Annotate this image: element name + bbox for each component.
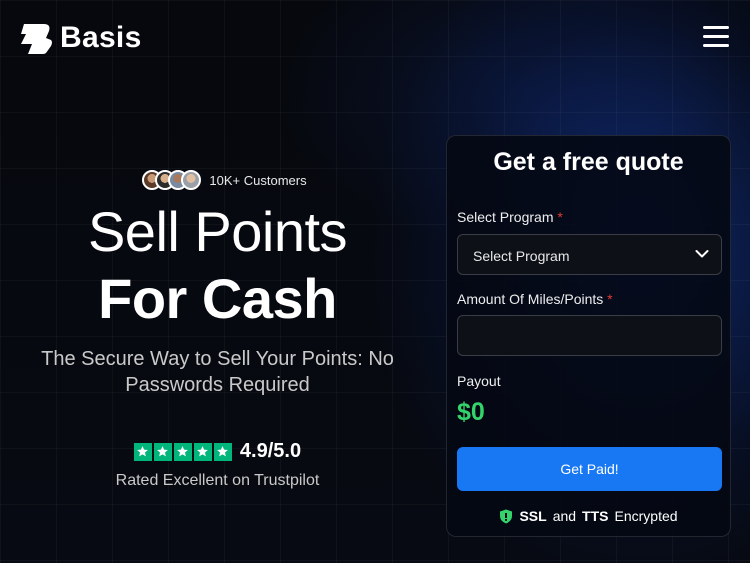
rating-stars — [133, 442, 232, 461]
program-select-value: Select Program — [473, 248, 570, 264]
trustpilot-rating[interactable]: 4.9/5.0 — [20, 440, 415, 463]
get-paid-button[interactable]: Get Paid! — [457, 447, 722, 491]
encrypted-text: Encrypted — [614, 508, 678, 524]
hero-section: 10K+ Customers Sell Points For Cash The … — [20, 170, 415, 490]
shield-icon — [500, 509, 513, 523]
security-note: SSL and TTS Encrypted — [447, 508, 730, 524]
quote-form-card: Get a free quote Select Program * Select… — [446, 135, 731, 537]
customers-count: 10K+ Customers — [209, 172, 307, 188]
site-header: Basis — [0, 0, 750, 80]
program-label-text: Select Program — [457, 209, 554, 225]
tts-text: TTS — [582, 508, 609, 524]
hero-subtitle: The Secure Way to Sell Your Points: No P… — [41, 348, 394, 396]
hamburger-menu-icon[interactable] — [703, 26, 729, 48]
star-icon — [173, 442, 192, 461]
star-icon — [193, 442, 212, 461]
amount-input[interactable] — [457, 315, 722, 356]
required-mark: * — [557, 209, 563, 225]
program-select[interactable]: Select Program — [457, 234, 722, 275]
payout-value: $0 — [457, 398, 485, 426]
quote-form-title: Get a free quote — [493, 148, 684, 176]
star-icon — [213, 442, 232, 461]
ssl-text: SSL — [519, 508, 547, 524]
star-icon — [153, 442, 172, 461]
required-mark: * — [607, 291, 613, 307]
amount-label: Amount Of Miles/Points * — [457, 291, 613, 307]
customers-badge: 10K+ Customers — [34, 170, 415, 190]
and-text: and — [552, 508, 577, 524]
rating-score: 4.9/5.0 — [239, 440, 302, 462]
star-icon — [133, 442, 152, 461]
amount-label-text: Amount Of Miles/Points — [457, 291, 604, 307]
program-label: Select Program * — [457, 209, 563, 225]
avatar — [181, 170, 202, 190]
brand-name: Basis — [60, 21, 142, 54]
hero-title-line1: Sell Points — [87, 200, 348, 263]
brand-logo[interactable]: Basis — [18, 20, 142, 56]
basis-logo-icon — [21, 24, 52, 54]
payout-label: Payout — [457, 373, 501, 389]
rating-caption: Rated Excellent on Trustpilot — [115, 472, 320, 489]
hero-title-line2: For Cash — [98, 267, 337, 330]
chevron-down-icon — [695, 250, 709, 258]
customer-avatars — [142, 170, 202, 190]
